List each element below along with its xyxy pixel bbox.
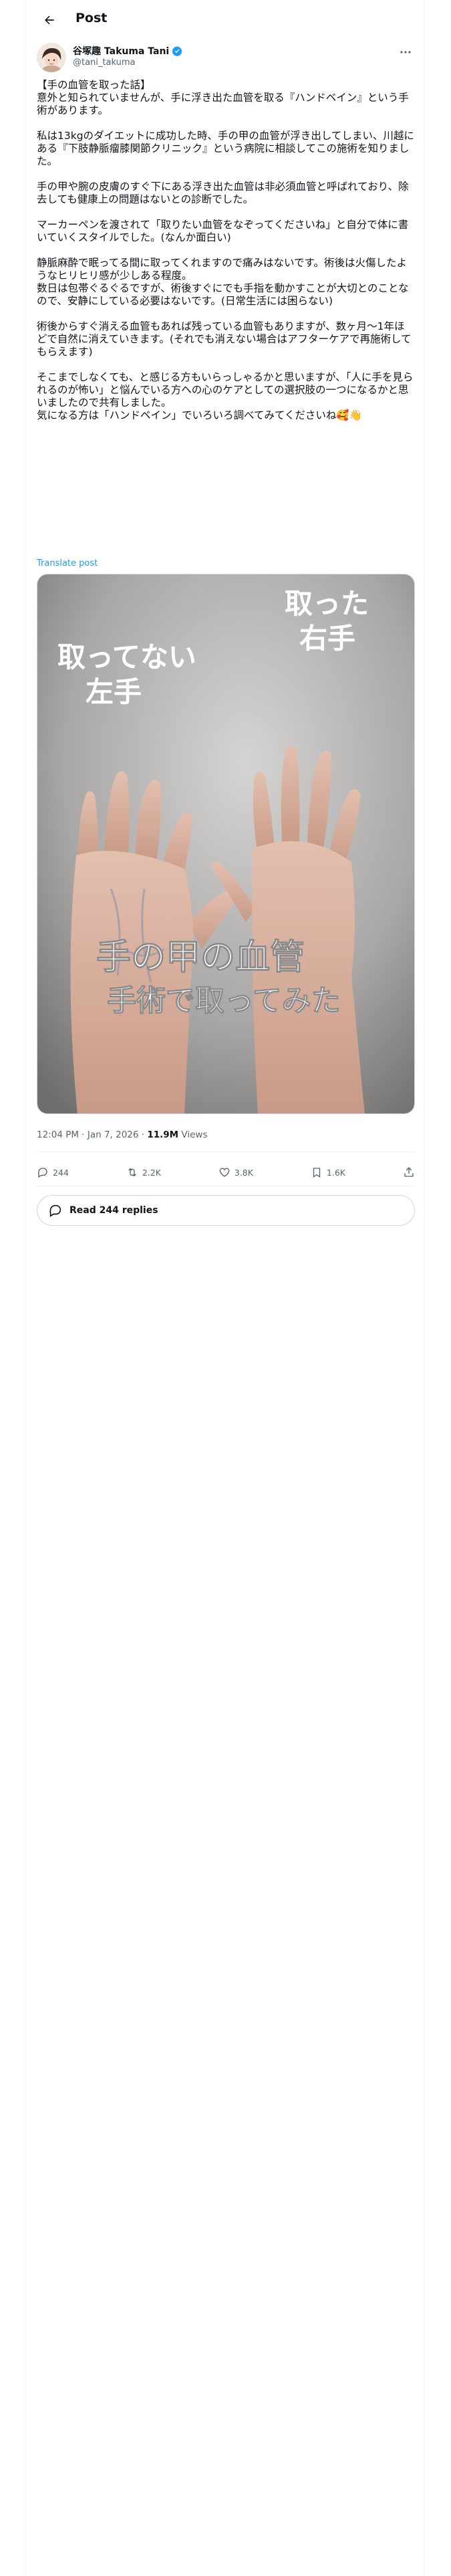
translate-post-link[interactable]: Translate post (37, 558, 98, 568)
post-paragraph: マーカーペンを渡されて「取りたい血管をなぞってくださいね」と自分で体に書いていく… (37, 219, 409, 243)
bookmark-icon (313, 1168, 321, 1178)
post-paragraph: 静脈麻酔で眠ってる間に取ってくれますので痛みはないです。術後は火傷したようなヒリ… (37, 257, 409, 307)
read-replies-button[interactable]: Read 244 replies (37, 1195, 415, 1226)
repost-count: 2.2K (142, 1167, 161, 1178)
post-paragraph: そこまでしなくても、と感じる方もいらっしゃるかと思いますが、「人に手を見られるの… (37, 371, 414, 421)
more-horizontal-icon (400, 51, 411, 53)
right-label-line2: 右手 (299, 622, 355, 655)
arrow-left-icon (45, 15, 54, 25)
post-paragraph: 術後からすぐ消える血管もあれば残っている血管もありますが、数ヶ月〜1年ほどで自然… (37, 320, 412, 358)
caption-line2: 手術で取ってみた (107, 984, 341, 1018)
avatar-image (37, 43, 66, 72)
views-count: 11.9M (147, 1130, 179, 1140)
post-text: 【手の血管を取った話】 意外と知られていませんが、手に浮き出た血管を取る『ハンド… (37, 79, 415, 422)
action-bar: 244 2.2K 3.8K 1.6K (37, 1159, 415, 1186)
back-button[interactable] (38, 9, 61, 31)
author-name-row[interactable]: 谷塚趣 Takuma Tani (73, 44, 182, 58)
reply-bubble-icon (49, 1204, 61, 1217)
meta-separator: · (138, 1130, 148, 1140)
bookmark-button[interactable]: 1.6K (311, 1166, 345, 1178)
reply-count: 244 (53, 1167, 69, 1178)
post-paragraph: 【手の血管を取った話】 意外と知られていませんが、手に浮き出た血管を取る『ハンド… (37, 79, 409, 116)
right-label-line1: 取った (285, 587, 369, 620)
post-paragraph: 私は13kgのダイエットに成功した時、手の甲の血管が浮き出してしまい、川越にある… (37, 130, 414, 167)
bookmark-count: 1.6K (326, 1167, 345, 1178)
left-label-line2: 左手 (86, 675, 142, 708)
like-button[interactable]: 3.8K (218, 1166, 253, 1178)
repost-button[interactable]: 2.2K (126, 1166, 161, 1178)
avatar[interactable] (37, 43, 66, 72)
like-count: 3.8K (234, 1167, 253, 1178)
verified-badge-icon (172, 46, 182, 56)
share-button[interactable] (403, 1166, 415, 1178)
views-label: Views (178, 1130, 208, 1140)
hands-photo: 取ってない 左手 取った 右手 手の甲の血管 手術で取ってみた (37, 574, 414, 1113)
author-name[interactable]: 谷塚趣 Takuma Tani (73, 44, 169, 58)
top-bar: Post (26, 0, 424, 39)
timestamp[interactable]: 12:04 PM · Jan 7, 2026 (37, 1130, 139, 1140)
post-paragraph: 手の甲や腕の皮膚のすぐ下にある浮き出た血管は非必須血管と呼ばれており、除去しても… (37, 181, 409, 205)
reply-icon (37, 1168, 47, 1178)
read-replies-label: Read 244 replies (69, 1205, 158, 1216)
repost-icon (128, 1168, 136, 1177)
left-label-line1: 取ってない (57, 641, 196, 673)
post-column: Post 谷塚趣 Takuma Tani @tani_takuma 【手の血管を… (25, 0, 425, 2576)
author-handle[interactable]: @tani_takuma (73, 58, 135, 68)
post-meta: 12:04 PM · Jan 7, 2026 · 11.9M Views (37, 1130, 208, 1140)
reply-button[interactable]: 244 (37, 1166, 69, 1178)
more-options-button[interactable] (396, 44, 415, 60)
post-image[interactable]: 取ってない 左手 取った 右手 手の甲の血管 手術で取ってみた (37, 574, 415, 1114)
page-title: Post (76, 11, 108, 25)
heart-icon (219, 1168, 230, 1177)
share-icon (404, 1167, 414, 1177)
caption-line1: 手の甲の血管 (96, 938, 305, 978)
